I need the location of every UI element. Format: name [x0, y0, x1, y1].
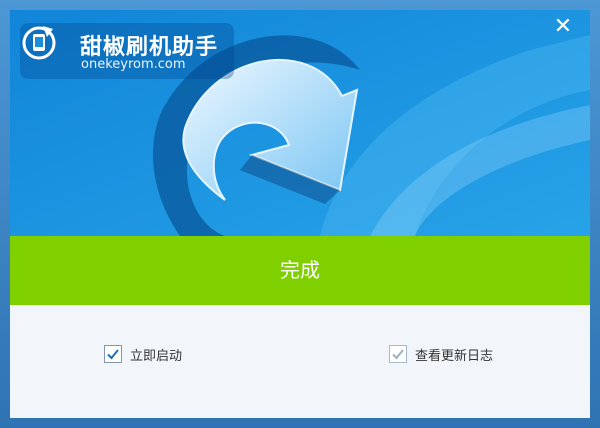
launch-now-option[interactable]: 立即启动 — [104, 343, 182, 365]
checkmark-icon — [107, 349, 119, 360]
phone-with-refresh-arrow-icon — [22, 26, 56, 60]
window-frame: 甜椒刷机助手 onekeyrom.com ✕ 完成 立即启动 查看更新日志 — [0, 0, 600, 428]
checkmark-icon — [392, 349, 404, 360]
completion-text: 完成 — [280, 258, 320, 282]
launch-now-checkbox[interactable] — [104, 345, 122, 363]
close-icon[interactable]: ✕ — [552, 16, 574, 38]
brand-logo-area: 甜椒刷机助手 onekeyrom.com — [20, 23, 234, 79]
view-changelog-option[interactable]: 查看更新日志 — [389, 343, 493, 365]
app-url: onekeyrom.com — [81, 57, 186, 72]
options-panel: 立即启动 查看更新日志 — [10, 305, 590, 418]
view-changelog-checkbox[interactable] — [389, 345, 407, 363]
hero-banner: 甜椒刷机助手 onekeyrom.com ✕ — [10, 10, 590, 236]
app-window: 甜椒刷机助手 onekeyrom.com ✕ 完成 立即启动 查看更新日志 — [10, 10, 590, 418]
launch-now-label: 立即启动 — [130, 348, 183, 364]
view-changelog-label: 查看更新日志 — [415, 348, 494, 364]
completion-banner: 完成 — [10, 236, 590, 305]
